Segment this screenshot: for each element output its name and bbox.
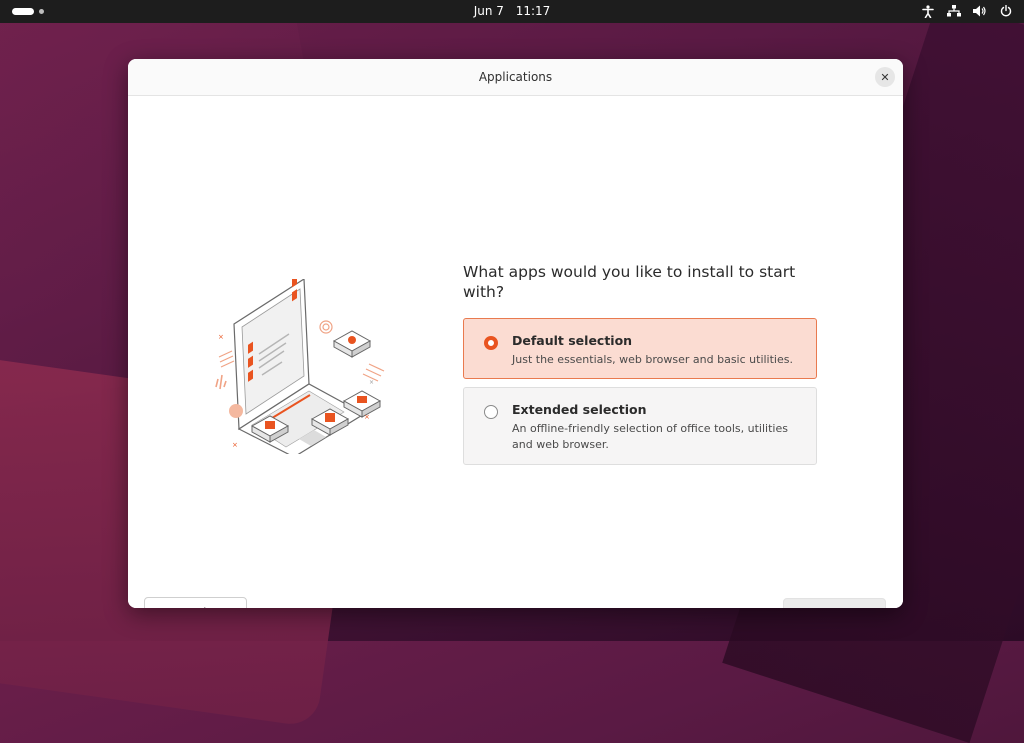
default-selection-radio[interactable] <box>484 336 498 350</box>
dialog-content: × × × × What apps would you like to inst… <box>128 96 903 608</box>
dialog-header: Applications ✕ <box>128 59 903 96</box>
volume-icon[interactable] <box>972 3 988 19</box>
accessibility-icon[interactable] <box>920 3 936 19</box>
next-button[interactable]: Next <box>783 598 886 608</box>
clock-time: 11:17 <box>515 4 551 18</box>
laptop-apps-illustration: × × × × <box>215 279 385 454</box>
installer-dialog: Applications ✕ × × × × What apps would y… <box>128 59 903 608</box>
clock-date: Jun 7 <box>473 4 504 18</box>
network-icon[interactable] <box>946 3 962 19</box>
close-button[interactable]: ✕ <box>875 67 895 87</box>
extended-selection-option[interactable]: Extended selection An offline-friendly s… <box>463 387 817 465</box>
question-heading: What apps would you like to install to s… <box>463 263 796 301</box>
option-description: An offline-friendly selection of office … <box>512 422 788 451</box>
svg-text:×: × <box>218 333 224 341</box>
svg-text:×: × <box>364 413 370 421</box>
clock[interactable]: Jun 7 11:17 <box>0 4 1024 18</box>
option-description: Just the essentials, web browser and bas… <box>512 353 793 366</box>
system-tray[interactable] <box>920 3 1014 19</box>
option-title: Default selection <box>512 333 633 348</box>
svg-text:×: × <box>232 441 238 449</box>
option-title: Extended selection <box>512 402 647 417</box>
top-bar: Jun 7 11:17 <box>0 0 1024 23</box>
power-icon[interactable] <box>998 3 1014 19</box>
svg-text:×: × <box>369 379 374 386</box>
extended-selection-radio[interactable] <box>484 405 498 419</box>
back-button[interactable]: Back <box>144 597 247 608</box>
close-icon: ✕ <box>880 70 890 84</box>
dialog-title: Applications <box>478 70 553 84</box>
default-selection-option[interactable]: Default selection Just the essentials, w… <box>463 318 817 379</box>
